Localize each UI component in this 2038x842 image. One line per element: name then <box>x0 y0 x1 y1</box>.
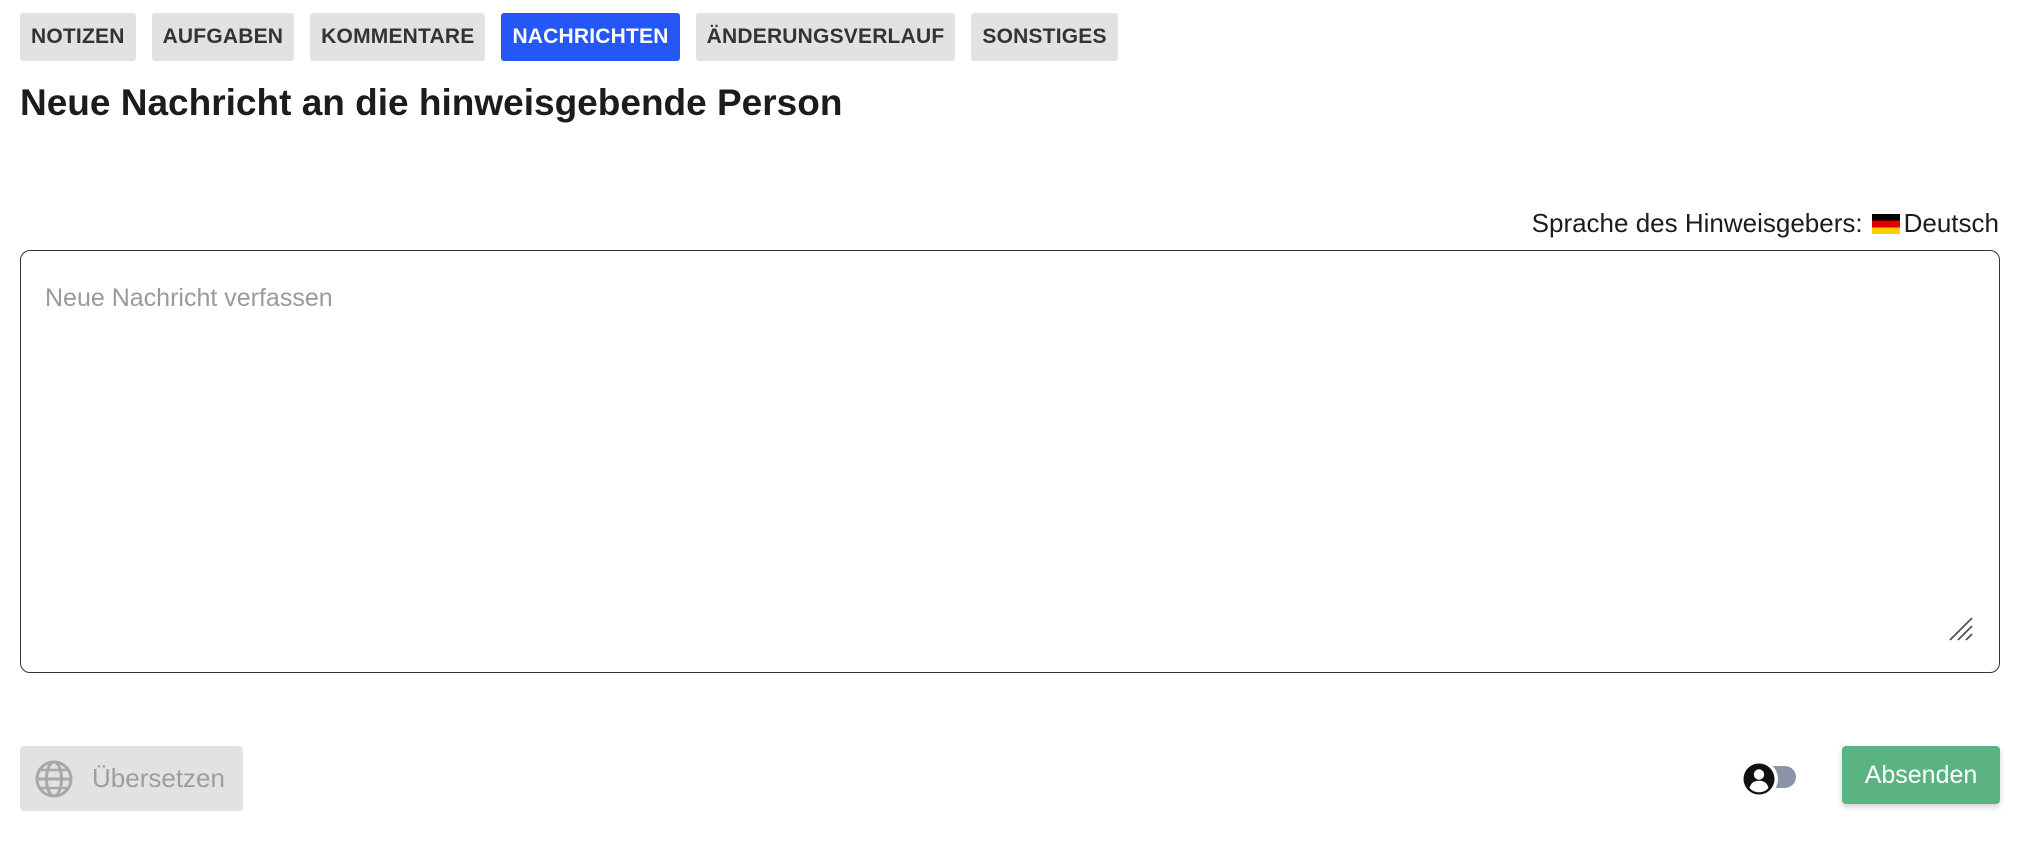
tab-nachrichten[interactable]: NACHRICHTEN <box>501 13 680 61</box>
messages-panel: NOTIZEN AUFGABEN KOMMENTARE NACHRICHTEN … <box>0 0 2038 842</box>
globe-icon <box>35 760 73 797</box>
resize-handle-icon[interactable] <box>1946 614 1976 644</box>
tab-sonstiges[interactable]: SONSTIGES <box>971 13 1118 61</box>
translate-button-label: Übersetzen <box>92 763 225 793</box>
new-message-textarea[interactable] <box>20 250 2000 673</box>
reporter-language-label: Sprache des Hinweisgebers: <box>1531 208 1863 238</box>
reporter-language: Sprache des Hinweisgebers: Deutsch <box>1532 208 1999 239</box>
tab-aenderungsverlauf[interactable]: ÄNDERUNGSVERLAUF <box>695 13 956 61</box>
user-circle-icon <box>1740 760 1778 798</box>
tab-kommentare[interactable]: KOMMENTARE <box>310 13 486 61</box>
germany-flag-icon <box>1871 213 1900 234</box>
anonymous-toggle[interactable] <box>1740 760 1802 798</box>
tab-bar: NOTIZEN AUFGABEN KOMMENTARE NACHRICHTEN … <box>20 13 1118 61</box>
reporter-language-value: Deutsch <box>1903 208 1999 238</box>
page-title: Neue Nachricht an die hinweisgebende Per… <box>20 82 843 123</box>
translate-button[interactable]: Übersetzen <box>20 746 243 811</box>
tab-notizen[interactable]: NOTIZEN <box>20 13 136 61</box>
send-button[interactable]: Absenden <box>1842 746 2000 804</box>
tab-aufgaben[interactable]: AUFGABEN <box>151 13 295 61</box>
